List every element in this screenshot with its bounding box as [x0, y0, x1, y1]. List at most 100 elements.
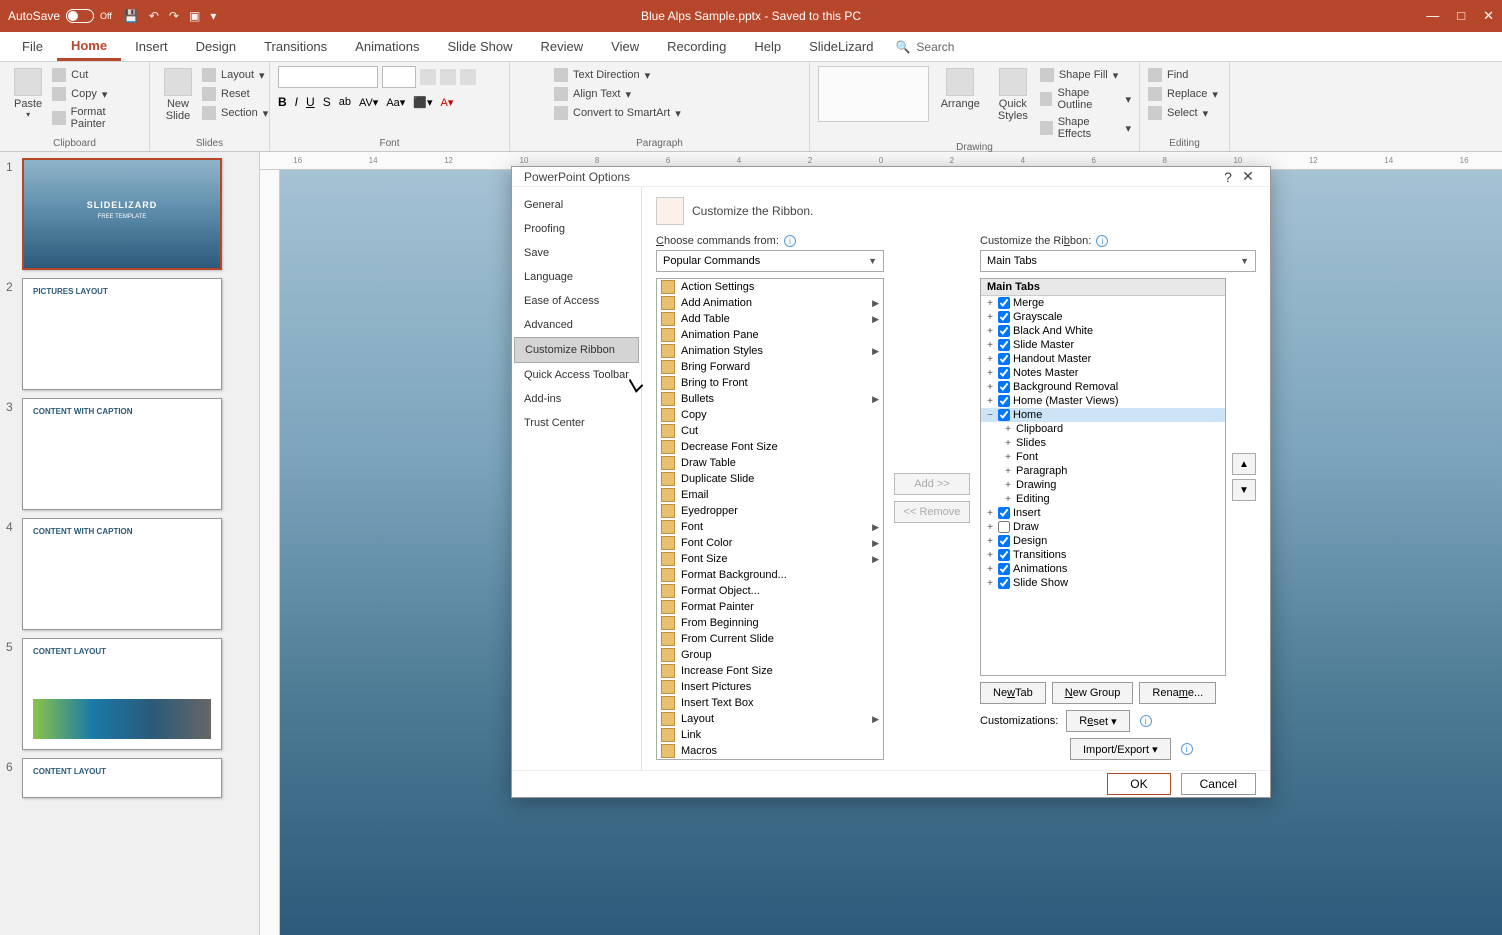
command-item[interactable]: Link: [657, 727, 883, 743]
tree-checkbox[interactable]: [998, 297, 1010, 309]
remove-button[interactable]: << Remove: [894, 501, 970, 523]
command-item[interactable]: Draw Table: [657, 455, 883, 471]
help-icon[interactable]: ?: [1218, 169, 1238, 185]
tab-design[interactable]: Design: [182, 32, 250, 61]
command-item[interactable]: Eyedropper: [657, 503, 883, 519]
spacing-button[interactable]: AV▾: [359, 96, 378, 109]
shapes-gallery[interactable]: [818, 66, 929, 122]
tab-help[interactable]: Help: [740, 32, 795, 61]
expand-icon[interactable]: +: [985, 396, 995, 407]
align-text-button[interactable]: Align Text ▾: [554, 85, 681, 103]
command-item[interactable]: Font Color▶: [657, 535, 883, 551]
tab-home[interactable]: Home: [57, 32, 121, 61]
tree-checkbox[interactable]: [998, 325, 1010, 337]
tab-slidelizard[interactable]: SlideLizard: [795, 32, 887, 61]
tab-review[interactable]: Review: [527, 32, 598, 61]
commands-listbox[interactable]: Action SettingsAdd Animation▶Add Table▶A…: [656, 278, 884, 760]
paste-button[interactable]: Paste ▾: [8, 66, 48, 132]
slide-thumb-2[interactable]: PICTURES LAYOUT: [22, 278, 222, 390]
expand-icon[interactable]: +: [985, 522, 995, 533]
shape-effects-button[interactable]: Shape Effects ▾: [1040, 114, 1131, 142]
tab-transitions[interactable]: Transitions: [250, 32, 341, 61]
font-color-button[interactable]: A▾: [441, 96, 454, 109]
command-item[interactable]: Format Object...: [657, 583, 883, 599]
info-icon[interactable]: i: [784, 235, 796, 247]
tree-checkbox[interactable]: [998, 563, 1010, 575]
tree-checkbox[interactable]: [998, 577, 1010, 589]
format-painter-button[interactable]: Format Painter: [52, 104, 141, 132]
expand-icon[interactable]: +: [1003, 438, 1013, 449]
dialog-titlebar[interactable]: PowerPoint Options ? ✕: [512, 167, 1270, 187]
tree-checkbox[interactable]: [998, 507, 1010, 519]
replace-button[interactable]: Replace ▾: [1148, 85, 1221, 103]
sidebar-item-customize-ribbon[interactable]: Customize Ribbon: [514, 337, 639, 363]
text-direction-button[interactable]: Text Direction ▾: [554, 66, 681, 84]
search-box[interactable]: 🔍 Search: [895, 40, 954, 54]
slide-thumbnails-panel[interactable]: 1 SLIDELIZARDFREE TEMPLATE 2 PICTURES LA…: [0, 152, 260, 935]
expand-icon[interactable]: +: [985, 382, 995, 393]
command-item[interactable]: Format Background...: [657, 567, 883, 583]
slide-thumb-6[interactable]: CONTENT LAYOUT: [22, 758, 222, 798]
command-item[interactable]: Layout▶: [657, 711, 883, 727]
cancel-button[interactable]: Cancel: [1181, 773, 1256, 795]
expand-icon[interactable]: +: [985, 354, 995, 365]
section-button[interactable]: Section ▾: [202, 104, 268, 122]
tree-item[interactable]: +Font: [981, 450, 1225, 464]
ok-button[interactable]: OK: [1107, 773, 1170, 795]
command-item[interactable]: Insert Pictures: [657, 679, 883, 695]
tree-item[interactable]: +Animations: [981, 562, 1225, 576]
tree-item[interactable]: +Drawing: [981, 478, 1225, 492]
slide-thumb-1[interactable]: SLIDELIZARDFREE TEMPLATE: [22, 158, 222, 270]
tree-item[interactable]: +Transitions: [981, 548, 1225, 562]
new-group-button[interactable]: New Group: [1052, 682, 1134, 704]
new-tab-button[interactable]: New Tab: [980, 682, 1046, 704]
sidebar-item-trust-center[interactable]: Trust Center: [514, 411, 639, 435]
layout-button[interactable]: Layout ▾: [202, 66, 268, 84]
copy-button[interactable]: Copy ▾: [52, 85, 141, 103]
tree-item[interactable]: +Merge: [981, 296, 1225, 310]
expand-icon[interactable]: +: [1003, 452, 1013, 463]
find-button[interactable]: Find: [1148, 66, 1221, 84]
tree-item[interactable]: +Handout Master: [981, 352, 1225, 366]
expand-icon[interactable]: +: [1003, 466, 1013, 477]
expand-icon[interactable]: +: [985, 536, 995, 547]
italic-button[interactable]: I: [295, 95, 298, 109]
expand-icon[interactable]: +: [985, 564, 995, 575]
command-item[interactable]: Cut: [657, 423, 883, 439]
tree-checkbox[interactable]: [998, 339, 1010, 351]
command-item[interactable]: Decrease Font Size: [657, 439, 883, 455]
tree-checkbox[interactable]: [998, 353, 1010, 365]
shape-outline-button[interactable]: Shape Outline ▾: [1040, 85, 1131, 113]
command-item[interactable]: Copy: [657, 407, 883, 423]
sidebar-item-proofing[interactable]: Proofing: [514, 217, 639, 241]
maximize-icon[interactable]: □: [1457, 8, 1465, 24]
tree-item[interactable]: +Home (Master Views): [981, 394, 1225, 408]
grow-font-icon[interactable]: [420, 69, 436, 85]
command-item[interactable]: Format Painter: [657, 599, 883, 615]
expand-icon[interactable]: +: [1003, 494, 1013, 505]
tree-checkbox[interactable]: [998, 311, 1010, 323]
expand-icon[interactable]: +: [1003, 424, 1013, 435]
smartart-button[interactable]: Convert to SmartArt ▾: [554, 104, 681, 122]
command-item[interactable]: Bring Forward: [657, 359, 883, 375]
command-item[interactable]: Bring to Front: [657, 375, 883, 391]
font-size-combo[interactable]: [382, 66, 416, 88]
expand-icon[interactable]: +: [985, 312, 995, 323]
reset-button[interactable]: Reset ▾: [1066, 710, 1129, 732]
slideshow-icon[interactable]: ▣: [189, 9, 200, 23]
sidebar-item-save[interactable]: Save: [514, 241, 639, 265]
qat-more-icon[interactable]: ▾: [210, 9, 216, 23]
close-icon[interactable]: ✕: [1483, 8, 1494, 24]
tree-item[interactable]: +Slide Show: [981, 576, 1225, 590]
expand-icon[interactable]: +: [985, 508, 995, 519]
expand-icon[interactable]: +: [985, 298, 995, 309]
command-item[interactable]: Animation Styles▶: [657, 343, 883, 359]
info-icon[interactable]: i: [1140, 715, 1152, 727]
expand-icon[interactable]: −: [985, 410, 995, 421]
tree-item[interactable]: +Grayscale: [981, 310, 1225, 324]
shrink-font-icon[interactable]: [440, 69, 456, 85]
select-button[interactable]: Select ▾: [1148, 104, 1221, 122]
tree-item[interactable]: +Paragraph: [981, 464, 1225, 478]
move-down-button[interactable]: ▼: [1232, 479, 1256, 501]
sidebar-item-language[interactable]: Language: [514, 265, 639, 289]
